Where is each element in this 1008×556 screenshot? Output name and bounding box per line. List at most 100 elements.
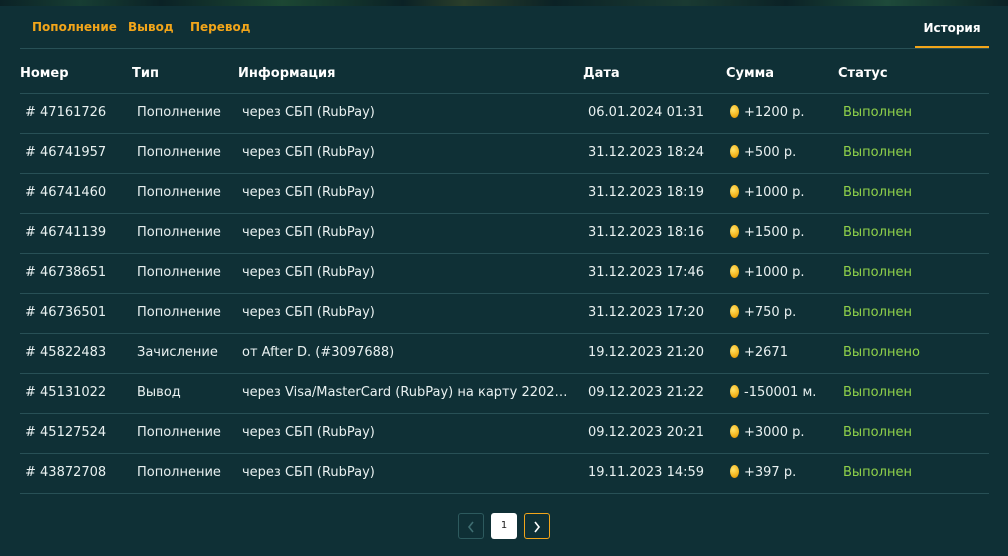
transaction-type: Пополнение	[137, 305, 221, 320]
transaction-number: # 43872708	[25, 465, 107, 480]
transaction-date: 31.12.2023 18:16	[588, 225, 705, 240]
coin-icon	[730, 105, 739, 118]
amount-value: +1500 р.	[744, 225, 805, 240]
transaction-type: Пополнение	[137, 185, 221, 200]
amount-value: +397 р.	[744, 465, 797, 480]
coin-icon	[730, 265, 739, 278]
coin-icon	[730, 425, 739, 438]
amount-value: -150001 м.	[744, 385, 817, 400]
transaction-date: 19.12.2023 21:20	[588, 345, 705, 360]
transaction-amount: +1000 р.	[730, 185, 840, 200]
table-row: # 47161726 Пополнение через СБП (RubPay) 06…	[20, 94, 989, 134]
header-info: Информация	[238, 66, 336, 81]
page-button-current[interactable]: 1	[491, 513, 517, 539]
transaction-info: через СБП (RubPay)	[242, 425, 375, 440]
table-header: Номер Тип Информация Дата Сумма Статус	[20, 58, 989, 94]
transaction-status: Выполнен	[843, 305, 912, 320]
transaction-number: # 45127524	[25, 425, 107, 440]
transaction-type: Пополнение	[137, 225, 221, 240]
tab-withdraw[interactable]: Вывод	[128, 20, 174, 34]
tab-bar: Пополнение Вывод Перевод История	[20, 8, 989, 49]
transaction-amount: +1000 р.	[730, 265, 840, 280]
transaction-status: Выполнен	[843, 225, 912, 240]
transaction-amount: +500 р.	[730, 145, 840, 160]
tab-transfer[interactable]: Перевод	[190, 20, 250, 34]
transaction-number: # 46741957	[25, 145, 107, 160]
transaction-amount: -150001 м.	[730, 385, 840, 400]
transaction-status: Выполнен	[843, 265, 912, 280]
transaction-type: Пополнение	[137, 465, 221, 480]
header-status: Статус	[838, 66, 888, 81]
coin-icon	[730, 345, 739, 358]
table-body: # 47161726 Пополнение через СБП (RubPay) 06…	[20, 94, 989, 494]
transaction-info: через СБП (RubPay)	[242, 265, 375, 280]
next-page-button[interactable]	[524, 513, 550, 539]
transaction-status: Выполнен	[843, 105, 912, 120]
transaction-amount: +3000 р.	[730, 425, 840, 440]
transaction-date: 31.12.2023 18:24	[588, 145, 705, 160]
transaction-status: Выполнен	[843, 465, 912, 480]
transaction-amount: +1500 р.	[730, 225, 840, 240]
table-row: # 45131022 Вывод через Visa/MasterCard (Ru…	[20, 374, 989, 414]
header-number: Номер	[20, 66, 69, 81]
table-row: # 45127524 Пополнение через СБП (RubPay) 09…	[20, 414, 989, 454]
transaction-status: Выполнен	[843, 425, 912, 440]
coin-icon	[730, 185, 739, 198]
tab-history[interactable]: История	[915, 8, 989, 48]
amount-value: +1200 р.	[744, 105, 805, 120]
table-row: # 46741460 Пополнение через СБП (RubPay) 31…	[20, 174, 989, 214]
coin-icon	[730, 385, 739, 398]
transaction-number: # 47161726	[25, 105, 107, 120]
transaction-status: Выполнен	[843, 185, 912, 200]
transaction-info: через Visa/MasterCard (RubPay) на карту …	[242, 385, 572, 400]
transaction-info: через СБП (RubPay)	[242, 105, 375, 120]
transaction-status: Выполнено	[843, 345, 920, 360]
table-row: # 46738651 Пополнение через СБП (RubPay) 31…	[20, 254, 989, 294]
transaction-amount: +2671	[730, 345, 840, 360]
transaction-amount: +750 р.	[730, 305, 840, 320]
amount-value: +1000 р.	[744, 185, 805, 200]
transaction-info: через СБП (RubPay)	[242, 145, 375, 160]
transaction-type: Пополнение	[137, 105, 221, 120]
transaction-info: от After D. (#3097688)	[242, 345, 395, 360]
transaction-type: Пополнение	[137, 145, 221, 160]
transaction-number: # 46741460	[25, 185, 107, 200]
table-row: # 45822483 Зачисление от After D. (#309768…	[20, 334, 989, 374]
transaction-number: # 46736501	[25, 305, 107, 320]
transaction-date: 31.12.2023 17:46	[588, 265, 705, 280]
transaction-info: через СБП (RubPay)	[242, 465, 375, 480]
table-row: # 43872708 Пополнение через СБП (RubPay) 19…	[20, 454, 989, 494]
amount-value: +3000 р.	[744, 425, 805, 440]
table-row: # 46741957 Пополнение через СБП (RubPay) 31…	[20, 134, 989, 174]
amount-value: +1000 р.	[744, 265, 805, 280]
transaction-status: Выполнен	[843, 385, 912, 400]
coin-icon	[730, 305, 739, 318]
transaction-info: через СБП (RubPay)	[242, 225, 375, 240]
transaction-number: # 46738651	[25, 265, 107, 280]
history-panel: Пополнение Вывод Перевод История Номер Т…	[0, 0, 1008, 556]
transaction-type: Пополнение	[137, 425, 221, 440]
prev-page-button[interactable]	[458, 513, 484, 539]
transaction-type: Пополнение	[137, 265, 221, 280]
amount-value: +750 р.	[744, 305, 797, 320]
transaction-amount: +397 р.	[730, 465, 840, 480]
header-date: Дата	[583, 66, 620, 81]
coin-icon	[730, 465, 739, 478]
transaction-number: # 46741139	[25, 225, 107, 240]
transaction-date: 09.12.2023 21:22	[588, 385, 705, 400]
amount-value: +500 р.	[744, 145, 797, 160]
header-type: Тип	[132, 66, 159, 81]
coin-icon	[730, 225, 739, 238]
table-row: # 46736501 Пополнение через СБП (RubPay) 31…	[20, 294, 989, 334]
transaction-amount: +1200 р.	[730, 105, 840, 120]
transaction-type: Зачисление	[137, 345, 218, 360]
transaction-number: # 45131022	[25, 385, 107, 400]
transaction-date: 31.12.2023 17:20	[588, 305, 705, 320]
amount-value: +2671	[744, 345, 788, 360]
transaction-info: через СБП (RubPay)	[242, 305, 375, 320]
chevron-left-icon	[467, 521, 474, 533]
tab-deposit[interactable]: Пополнение	[32, 20, 117, 34]
transaction-date: 09.12.2023 20:21	[588, 425, 705, 440]
header-amount: Сумма	[726, 66, 775, 81]
transaction-type: Вывод	[137, 385, 181, 400]
